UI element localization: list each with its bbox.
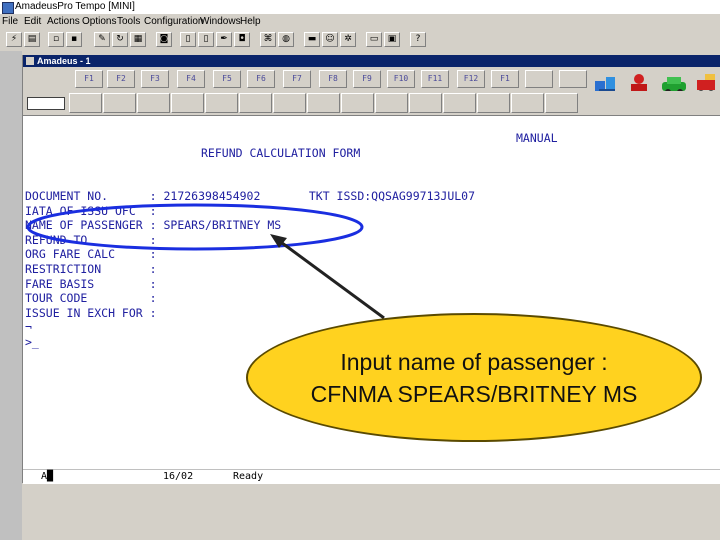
function-key-row: F1 F2 F3 F4 F5 F6 F7 F8 F9 F10 F11 F12 F…: [23, 67, 720, 96]
settings-icon[interactable]: ✲: [340, 32, 356, 47]
terminal-line: ORG FARE CALC :: [25, 247, 157, 262]
fkey-blank-13[interactable]: [477, 93, 510, 113]
terminal-line: TOUR CODE :: [25, 291, 157, 306]
status-field-a: A█: [41, 471, 54, 482]
fkey-2[interactable]: F2: [107, 70, 135, 88]
help-icon[interactable]: ?: [410, 32, 426, 47]
fkey-3[interactable]: F3: [141, 70, 169, 88]
globe-icon[interactable]: ◍: [278, 32, 294, 47]
fkey-9[interactable]: F9: [353, 70, 381, 88]
menu-edit[interactable]: Edit: [24, 14, 41, 29]
menu-help[interactable]: Help: [240, 14, 261, 29]
toolbar: ⚡ ▤ ▫ ▪ ✎ ↻ ▦ ◙ ▯ ▯ ✒ ◘ ⌘ ◍ ▬ ☺ ✲ ▭ ▣ ?: [0, 29, 720, 52]
fkey-5[interactable]: F5: [213, 70, 241, 88]
status-position: 16/02: [163, 471, 194, 482]
amadeus-title: Amadeus - 1: [37, 56, 91, 66]
fkey-4[interactable]: F4: [177, 70, 205, 88]
network-icon[interactable]: ⌘: [260, 32, 276, 47]
terminal-line: RESTRICTION :: [25, 262, 157, 276]
camera-icon[interactable]: ◙: [156, 32, 172, 47]
amadeus-title-bar: Amadeus - 1: [23, 55, 720, 67]
terminal-line: ISSUE IN EXCH FOR :: [25, 305, 157, 320]
refresh-icon[interactable]: ↻: [112, 32, 128, 47]
panel-icon[interactable]: ▯: [198, 32, 214, 47]
terminal-line: NAME OF PASSENGER : SPEARS/BRITNEY MS: [25, 218, 282, 233]
fkey-blank-12[interactable]: [443, 93, 476, 113]
fkey-blank-4[interactable]: [171, 93, 204, 113]
fkey-blank-6[interactable]: [239, 93, 272, 113]
menu-options[interactable]: Options: [82, 14, 116, 29]
fkey-blank-5[interactable]: [205, 93, 238, 113]
fkey-13[interactable]: F1: [491, 70, 519, 88]
fkey-blank-2[interactable]: [103, 93, 136, 113]
command-prompt[interactable]: >_: [25, 335, 39, 350]
screen-mode: MANUAL: [516, 131, 558, 145]
form-title: REFUND CALCULATION FORM: [201, 146, 361, 160]
fkey-7[interactable]: F7: [283, 70, 311, 88]
fkey-blank-11[interactable]: [409, 93, 442, 113]
fkey-blank-8[interactable]: [307, 93, 340, 113]
fkey-8[interactable]: F8: [319, 70, 347, 88]
fkey-blank-9[interactable]: [341, 93, 374, 113]
clipboard-icon[interactable]: ▦: [130, 32, 146, 47]
terminal-line: IATA OF ISSU OFC :: [25, 203, 157, 218]
menu-windows[interactable]: Windows: [200, 14, 241, 29]
menu-configuration[interactable]: Configuration: [144, 14, 203, 29]
menu-tools[interactable]: Tools: [117, 14, 140, 29]
edit-icon[interactable]: ✎: [94, 32, 110, 47]
terminal-line: DOCUMENT NO. : 21726398454902 TKT ISSD:Q…: [25, 189, 476, 203]
menu-bar: File Edit Actions Options Tools Configur…: [0, 14, 720, 29]
fkey-12[interactable]: F12: [457, 70, 485, 88]
fkey-blank-1[interactable]: [69, 93, 102, 113]
function-key-row-2: [23, 91, 720, 116]
terminal-line: FARE BASIS :: [25, 276, 157, 291]
fkey-blank-3[interactable]: [137, 93, 170, 113]
status-bar: A█ 16/02 Ready: [23, 469, 720, 484]
camera2-icon[interactable]: ◘: [234, 32, 250, 47]
fkey-15[interactable]: [559, 70, 587, 88]
command-input[interactable]: [27, 97, 65, 110]
fkey-1[interactable]: F1: [75, 70, 103, 88]
column-icon[interactable]: ▯: [180, 32, 196, 47]
new-icon[interactable]: ⚡: [6, 32, 22, 47]
fkey-blank-7[interactable]: [273, 93, 306, 113]
fkey-10[interactable]: F10: [387, 70, 415, 88]
terminal-line: REFUND TO :: [25, 232, 157, 247]
app-title: AmadeusPro Tempo [MINI]: [15, 1, 135, 12]
fkey-14[interactable]: [525, 70, 553, 88]
fkey-blank-14[interactable]: [511, 93, 544, 113]
menu-actions[interactable]: Actions: [47, 14, 80, 29]
fkey-11[interactable]: F11: [421, 70, 449, 88]
print-icon[interactable]: ▤: [24, 32, 40, 47]
window-icon[interactable]: ▭: [366, 32, 382, 47]
app-title-bar: AmadeusPro Tempo [MINI]: [0, 0, 720, 14]
left-strip: [0, 51, 22, 540]
callout-bubble: Input name of passenger : CFNMA SPEARS/B…: [246, 313, 702, 442]
callout-line-2: CFNMA SPEARS/BRITNEY MS: [310, 381, 638, 407]
menu-file[interactable]: File: [2, 14, 18, 29]
callout-line-1: Input name of passenger :: [340, 349, 608, 375]
paste-icon[interactable]: ▪: [66, 32, 82, 47]
book-icon[interactable]: ▬: [304, 32, 320, 47]
terminal-line: ¬: [25, 320, 32, 335]
fkey-blank-15[interactable]: [545, 93, 578, 113]
people-icon[interactable]: ☺: [322, 32, 338, 47]
status-text: Ready: [233, 471, 264, 482]
screen-icon[interactable]: ▣: [384, 32, 400, 47]
app-icon: [2, 2, 14, 14]
copy-icon[interactable]: ▫: [48, 32, 64, 47]
fkey-6[interactable]: F6: [247, 70, 275, 88]
pen-icon[interactable]: ✒: [216, 32, 232, 47]
amadeus-window-icon: [26, 57, 34, 65]
fkey-blank-10[interactable]: [375, 93, 408, 113]
